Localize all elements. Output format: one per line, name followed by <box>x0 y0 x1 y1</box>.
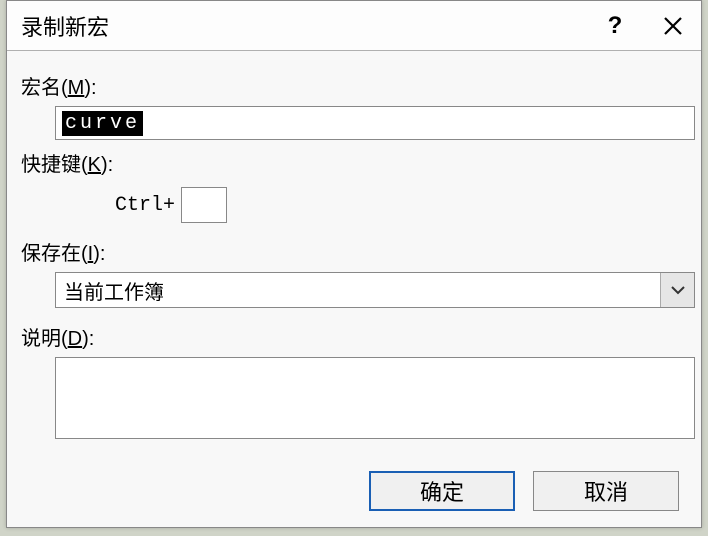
dialog-body: 宏名(M): curve 快捷键(K): Ctrl+ 保存在(I): 当前工作簿 <box>7 51 701 454</box>
help-icon: ? <box>608 12 623 40</box>
description-label: 说明(D): <box>21 322 683 351</box>
titlebar: 录制新宏 ? <box>7 1 701 51</box>
dialog-title: 录制新宏 <box>21 10 109 42</box>
close-icon <box>663 16 683 36</box>
shortcut-label: 快捷键(K): <box>21 148 683 177</box>
store-in-dropdown[interactable]: 当前工作簿 <box>55 272 695 308</box>
shortcut-prefix: Ctrl+ <box>115 194 175 217</box>
chevron-down-icon <box>671 285 685 295</box>
record-macro-dialog: 录制新宏 ? 宏名(M): curve 快捷键(K): Ct <box>6 0 702 528</box>
store-in-label: 保存在(I): <box>21 237 683 266</box>
cancel-button[interactable]: 取消 <box>533 471 679 511</box>
macro-name-label: 宏名(M): <box>21 71 683 100</box>
close-button[interactable] <box>651 6 695 46</box>
dropdown-toggle[interactable] <box>660 273 694 307</box>
title-controls: ? <box>593 6 695 46</box>
macro-name-value: curve <box>62 111 143 136</box>
store-in-selected: 当前工作簿 <box>56 273 660 307</box>
shortcut-key-input[interactable] <box>181 187 227 223</box>
ok-button[interactable]: 确定 <box>369 471 515 511</box>
description-input[interactable] <box>55 357 695 439</box>
macro-name-input[interactable]: curve <box>55 106 695 140</box>
button-row: 确定 取消 <box>369 471 679 511</box>
help-button[interactable]: ? <box>593 6 637 46</box>
